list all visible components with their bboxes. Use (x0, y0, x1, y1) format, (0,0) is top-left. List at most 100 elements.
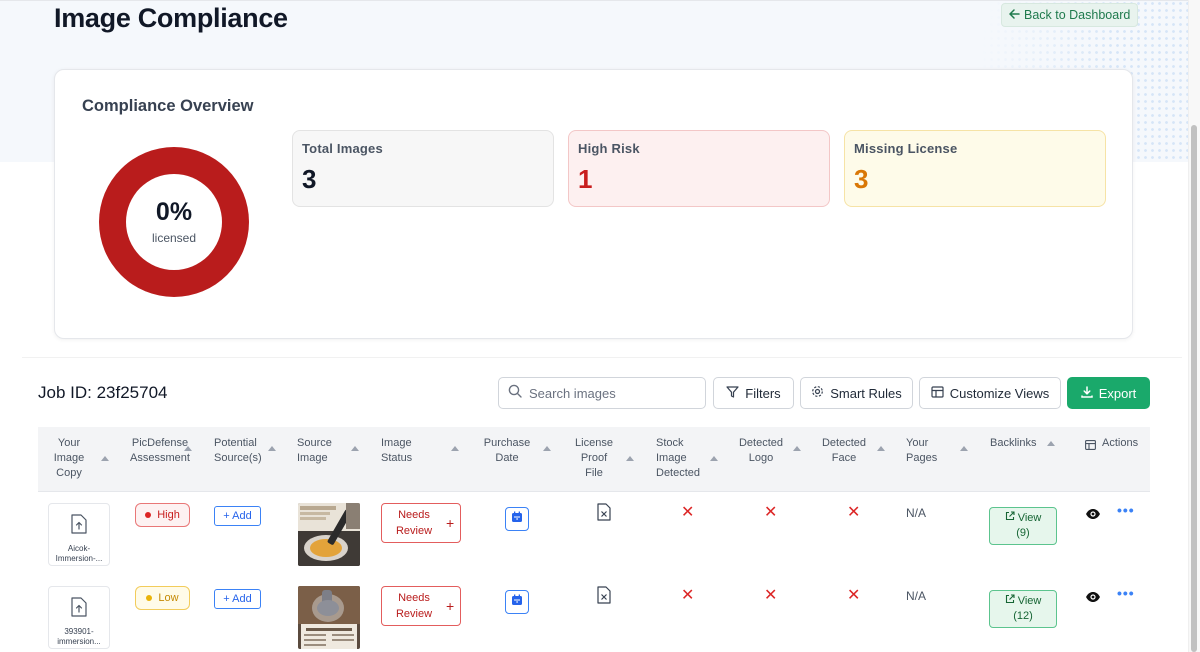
compliance-overview-card: Compliance Overview 0% licensed Total Im… (54, 69, 1133, 339)
scrollbar-thumb[interactable] (1191, 125, 1197, 652)
stat-high-label: High Risk (578, 141, 640, 156)
calendar-icon (511, 510, 523, 528)
stat-total-images: Total Images 3 (292, 130, 554, 207)
filters-label: Filters (745, 385, 781, 401)
status-label: Needs Review (395, 592, 433, 620)
sort-icon[interactable] (626, 456, 634, 461)
th-actions: Actions (1102, 437, 1139, 449)
search-box[interactable] (498, 377, 706, 409)
sort-icon[interactable] (1047, 441, 1055, 446)
donut-center: 0% licensed (126, 174, 222, 270)
file-x-icon[interactable] (597, 586, 611, 609)
section-divider (22, 357, 1182, 358)
eye-icon[interactable] (1085, 507, 1101, 525)
customize-views-label: Customize Views (949, 385, 1050, 401)
add-source-button[interactable]: + Add (214, 589, 261, 609)
export-label: Export (1098, 385, 1137, 401)
sort-icon[interactable] (710, 456, 718, 461)
table-icon (931, 385, 944, 401)
plus-icon: + (446, 598, 455, 614)
sort-icon[interactable] (268, 446, 276, 451)
status-label: Needs Review (395, 509, 433, 537)
th-stock-image[interactable]: Stock Image Detected (656, 436, 706, 481)
stat-missing-value: 3 (854, 164, 869, 194)
assessment-label: Low (158, 592, 179, 604)
face-detected-value: ✕ (847, 504, 861, 521)
view-backlinks-button[interactable]: View (9) (989, 507, 1057, 545)
stat-missing-license: Missing License 3 (844, 130, 1106, 207)
filters-button[interactable]: Filters (713, 377, 794, 409)
th-your-pages[interactable]: Your Pages (906, 436, 946, 466)
th-assessment[interactable]: PicDefense Assessment (130, 436, 190, 466)
th-image-status[interactable]: Image Status (381, 436, 423, 466)
filter-icon (726, 385, 739, 401)
upload-file-icon (71, 514, 87, 539)
table-header: Your Image Copy PicDefense Assessment Po… (38, 427, 1150, 492)
purchase-date-button[interactable] (505, 507, 529, 531)
th-your-image-copy[interactable]: Your Image Copy (50, 436, 88, 481)
customize-views-button[interactable]: Customize Views (919, 377, 1061, 409)
sort-icon[interactable] (543, 446, 551, 451)
sort-icon[interactable] (101, 456, 109, 461)
assessment-badge: High (135, 503, 190, 527)
stat-missing-label: Missing License (854, 141, 958, 156)
sort-icon[interactable] (451, 446, 459, 451)
search-input[interactable] (529, 385, 689, 401)
logo-detected-value: ✕ (764, 587, 778, 604)
add-source-button[interactable]: + Add (214, 506, 261, 526)
export-button[interactable]: Export (1067, 377, 1150, 409)
status-needs-review-button[interactable]: Needs Review + (381, 586, 461, 626)
status-needs-review-button[interactable]: Needs Review + (381, 503, 461, 543)
risk-dot-icon (145, 512, 152, 518)
th-source-image[interactable]: Source Image (297, 436, 339, 466)
your-pages-value: N/A (906, 589, 927, 603)
stat-high-value: 1 (578, 164, 593, 194)
gear-icon (811, 385, 824, 401)
download-icon (1080, 385, 1093, 401)
backlinks-count: (9) (1016, 527, 1030, 539)
table-row: Aicok-Immersion-... High + Add Needs Rev… (38, 493, 1150, 577)
risk-dot-icon (146, 595, 153, 601)
your-pages-value: N/A (906, 506, 927, 520)
th-potential-sources[interactable]: Potential Source(s) (214, 436, 264, 466)
stat-high-risk: High Risk 1 (568, 130, 830, 207)
sort-icon[interactable] (877, 446, 885, 451)
back-to-dashboard-button[interactable]: Back to Dashboard (1001, 3, 1139, 27)
source-image-thumbnail[interactable] (298, 503, 360, 566)
job-id: Job ID: 23f25704 (38, 383, 168, 402)
page-title: Image Compliance (54, 3, 288, 33)
stat-total-value: 3 (302, 164, 317, 194)
sort-icon[interactable] (793, 446, 801, 451)
smart-rules-label: Smart Rules (830, 385, 902, 401)
sort-icon[interactable] (960, 446, 968, 451)
stock-detected-value: ✕ (681, 504, 695, 521)
sort-icon[interactable] (351, 446, 359, 451)
more-icon[interactable]: ••• (1117, 502, 1135, 518)
purchase-date-button[interactable] (505, 590, 529, 614)
view-backlinks-label: View (1017, 595, 1042, 607)
sort-icon[interactable] (184, 446, 192, 451)
view-backlinks-button[interactable]: View (12) (989, 590, 1057, 628)
smart-rules-button[interactable]: Smart Rules (800, 377, 913, 409)
th-backlinks[interactable]: Backlinks (990, 436, 1040, 451)
file-name: 393901-immersion... (57, 627, 101, 646)
th-detected-face[interactable]: Detected Face (820, 436, 868, 466)
th-purchase-date[interactable]: Purchase Date (482, 436, 532, 466)
plus-icon: + (446, 515, 455, 531)
back-to-dashboard-label: Back to Dashboard (1024, 8, 1131, 22)
image-copy-card[interactable]: Aicok-Immersion-... (48, 503, 110, 566)
overview-title: Compliance Overview (82, 97, 254, 115)
donut-label: licensed (151, 230, 197, 245)
image-copy-card[interactable]: 393901-immersion... (48, 586, 110, 649)
more-icon[interactable]: ••• (1117, 585, 1135, 601)
eye-icon[interactable] (1085, 590, 1101, 608)
source-image-thumbnail[interactable] (298, 586, 360, 649)
scrollbar[interactable] (1188, 0, 1200, 652)
th-license-proof[interactable]: License Proof File (571, 436, 617, 481)
th-detected-logo[interactable]: Detected Logo (738, 436, 784, 466)
face-detected-value: ✕ (847, 587, 861, 604)
file-x-icon[interactable] (597, 503, 611, 526)
upload-file-icon (71, 597, 87, 622)
arrow-left-icon (1009, 8, 1020, 22)
external-link-icon (1005, 594, 1018, 607)
